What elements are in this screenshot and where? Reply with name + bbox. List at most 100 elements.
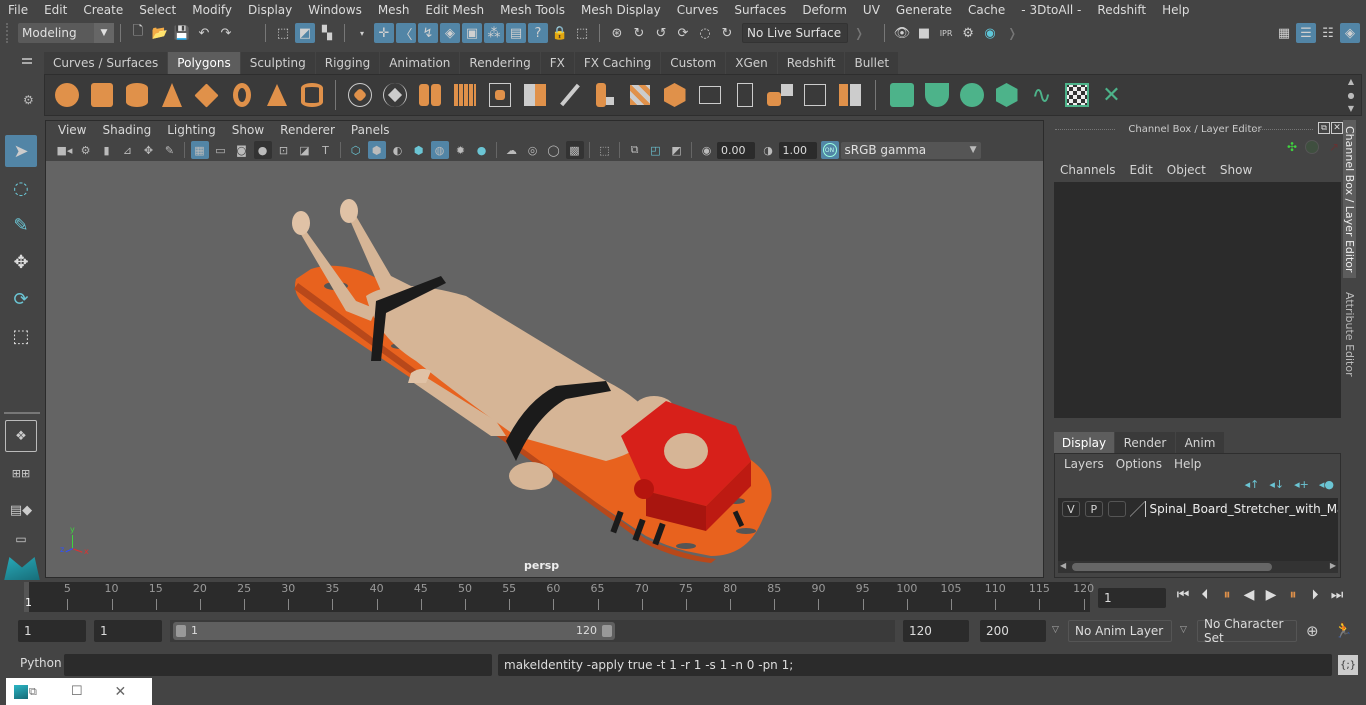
mirror-icon[interactable] <box>415 80 445 110</box>
menu-edit-mesh[interactable]: Edit Mesh <box>417 3 492 17</box>
menu-3dtoall[interactable]: - 3DtoAll - <box>1013 3 1089 17</box>
merge-icon[interactable] <box>660 80 690 110</box>
append-icon[interactable] <box>695 80 725 110</box>
anim-layer-chevron-icon[interactable]: ▽ <box>1052 625 1059 635</box>
script-editor-icon[interactable]: {;} <box>1338 655 1358 675</box>
graph-layout-icon[interactable]: ▭ <box>5 531 37 547</box>
target-weld-icon[interactable] <box>835 80 865 110</box>
extrude-icon[interactable] <box>485 80 515 110</box>
channel-list[interactable] <box>1054 182 1341 418</box>
drag-handle[interactable] <box>6 23 12 43</box>
soft-select-icon[interactable]: ↻ <box>629 23 649 43</box>
xray-joints-icon[interactable]: ⧉ <box>626 141 644 159</box>
snap-projected-icon[interactable]: ◈ <box>440 23 460 43</box>
live-surface-field[interactable]: No Live Surface <box>742 23 848 43</box>
camera-icon[interactable]: ■◂ <box>56 141 74 159</box>
scroll-left-icon[interactable]: ◀ <box>1060 561 1066 570</box>
side-tab-attribute-editor[interactable]: Attribute Editor <box>1343 284 1356 384</box>
rotate-tool-icon[interactable]: ⟳ <box>5 283 37 315</box>
step-back-frame-icon[interactable]: ⏴ <box>1194 587 1216 603</box>
safe-action-icon[interactable]: ◪ <box>296 141 314 159</box>
horizontal-scrollbar[interactable]: ◀ ▶ <box>1058 561 1338 573</box>
shelf-tab-redshift[interactable]: Redshift <box>777 52 845 74</box>
layer-row[interactable]: V P Spinal_Board_Stretcher_with_Manikin <box>1058 498 1338 520</box>
lasso-tool-icon[interactable]: ◌ <box>5 172 37 204</box>
separate-icon[interactable] <box>380 80 410 110</box>
undo-icon[interactable]: ↶ <box>194 23 214 43</box>
smooth-shade-icon[interactable]: ⬢ <box>367 141 386 159</box>
exposure-field[interactable]: 0.00 <box>717 141 755 159</box>
outliner-layout-icon[interactable]: ▤◆ <box>5 494 37 526</box>
command-language-label[interactable]: Python <box>20 656 62 670</box>
menu-mesh-display[interactable]: Mesh Display <box>573 3 669 17</box>
layers-menu[interactable]: Layers <box>1058 457 1110 471</box>
gear-icon[interactable]: ⚙ <box>23 93 34 107</box>
tool-settings-icon[interactable]: ☷ <box>1318 23 1338 43</box>
film-gate-icon[interactable]: ▭ <box>212 141 230 159</box>
menu-curves[interactable]: Curves <box>669 3 727 17</box>
select-tool-icon[interactable]: ➤ <box>5 135 37 167</box>
side-tab-channel-box[interactable]: Channel Box / Layer Editor <box>1343 120 1356 278</box>
scroll-up-icon[interactable]: ▲ <box>1348 77 1354 86</box>
go-to-end-icon[interactable]: ⏭ <box>1326 587 1348 603</box>
time-ruler[interactable]: 1 5 10 15 20 25 30 35 40 45 50 55 60 65 70 75 80 85 90 95 1… <box>24 582 1094 612</box>
shelf-tab-curves-surfaces[interactable]: Curves / Surfaces <box>44 52 168 74</box>
smooth-icon[interactable] <box>450 80 480 110</box>
bevel-icon[interactable] <box>520 80 550 110</box>
combine-icon[interactable] <box>345 80 375 110</box>
poly-cylinder-icon[interactable] <box>122 80 152 110</box>
pin-icon[interactable]: ↗ <box>1329 140 1339 154</box>
start-time-field[interactable]: 1 <box>18 620 86 642</box>
layer-name[interactable]: Spinal_Board_Stretcher_with_Manikin <box>1150 502 1339 516</box>
play-backwards-icon[interactable]: ◀ <box>1238 587 1260 603</box>
shelf-tab-fx[interactable]: FX <box>540 52 574 74</box>
symmetry-icon[interactable]: ⊛ <box>607 23 627 43</box>
screen-space-ao-icon[interactable]: ☁ <box>503 141 521 159</box>
shelf-menu-icon[interactable] <box>22 58 32 64</box>
fill-hole-icon[interactable] <box>800 80 830 110</box>
pivot-icon[interactable]: ⟳ <box>673 23 693 43</box>
bookmark-icon[interactable]: ▮ <box>98 141 116 159</box>
manipulator-icon[interactable]: ✣ <box>1287 140 1297 154</box>
move-tool-icon[interactable]: ✥ <box>5 246 37 278</box>
tweak-icon[interactable]: ◌ <box>695 23 715 43</box>
step-forward-frame-icon[interactable]: ⏵ <box>1304 587 1326 603</box>
layer-tab-anim[interactable]: Anim <box>1176 432 1224 453</box>
new-layer-icon[interactable]: ◂+ <box>1294 478 1309 491</box>
render-view-icon[interactable]: 👁 <box>892 23 912 43</box>
shelf-tab-bullet[interactable]: Bullet <box>845 52 899 74</box>
shelf-tab-animation[interactable]: Animation <box>380 52 460 74</box>
help-icon[interactable]: ? <box>528 23 548 43</box>
snap-grid-icon[interactable]: ✛ <box>374 23 394 43</box>
menu-redshift[interactable]: Redshift <box>1089 3 1154 17</box>
channels-edit-menu[interactable]: Edit <box>1123 163 1160 177</box>
modeling-toolkit-icon[interactable]: ▦ <box>1274 23 1294 43</box>
step-forward-key-icon[interactable]: ⏸ <box>1282 587 1304 603</box>
menu-select[interactable]: Select <box>131 3 184 17</box>
step-back-key-icon[interactable]: ⏸ <box>1216 587 1238 603</box>
color-space-dropdown[interactable]: sRGB gamma ▼ <box>840 141 981 159</box>
collapse-arrow-icon[interactable]: ❭ <box>854 26 864 40</box>
wireframe-icon[interactable]: ⬡ <box>347 141 365 159</box>
viewport-menu-renderer[interactable]: Renderer <box>272 123 343 137</box>
attribute-editor-toggle-icon[interactable]: ☰ <box>1296 23 1316 43</box>
float-panel-icon[interactable]: ⧉ <box>1318 122 1330 134</box>
field-chart-icon[interactable]: ⊡ <box>275 141 293 159</box>
shelf-tab-rigging[interactable]: Rigging <box>315 52 380 74</box>
select-hierarchy-icon[interactable]: ⬚ <box>273 23 293 43</box>
range-end-handle[interactable] <box>602 625 612 637</box>
auto-key-icon[interactable]: ⊕ <box>1306 622 1319 640</box>
shelf-tab-rendering[interactable]: Rendering <box>460 52 540 74</box>
range-start-handle[interactable] <box>176 625 186 637</box>
reflection-icon[interactable]: ↺ <box>651 23 671 43</box>
viewport-menu-lighting[interactable]: Lighting <box>159 123 224 137</box>
insert-edge-loop-icon[interactable] <box>730 80 760 110</box>
maximize-icon[interactable]: ☐ <box>71 684 83 699</box>
layer-tab-display[interactable]: Display <box>1054 432 1114 453</box>
four-view-layout-icon[interactable]: ⊞⊞ <box>5 457 37 489</box>
current-frame-field[interactable]: 1 <box>1098 588 1166 608</box>
menu-cache[interactable]: Cache <box>960 3 1013 17</box>
collapse-arrow-icon[interactable]: ❭ <box>1007 26 1017 40</box>
end-time-field[interactable]: 200 <box>980 620 1046 642</box>
playback-end-field[interactable]: 120 <box>903 620 969 642</box>
